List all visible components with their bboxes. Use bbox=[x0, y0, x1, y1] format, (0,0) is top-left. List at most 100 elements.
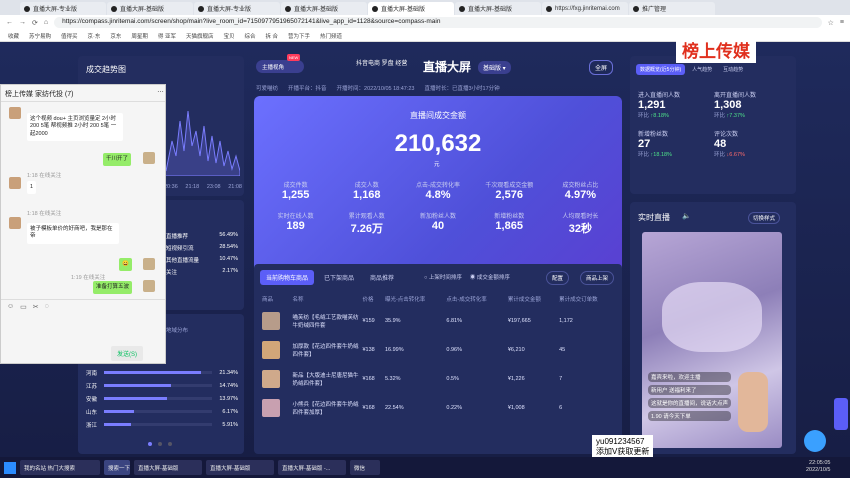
taskbar-item[interactable]: 我的名站 热门大搜索 bbox=[20, 460, 100, 475]
kpi: 成交件数 1,255 bbox=[281, 183, 310, 201]
kpi: 人均观看时长 32秒 bbox=[562, 214, 599, 235]
forward-icon[interactable]: → bbox=[19, 19, 26, 26]
browser-tab[interactable]: 推广管理 bbox=[629, 2, 715, 15]
region-value: 21.34% bbox=[219, 369, 238, 376]
tab-popularity[interactable]: 人气趋势 bbox=[688, 64, 716, 75]
home-icon[interactable]: ⌂ bbox=[44, 19, 48, 26]
divider bbox=[1, 299, 165, 300]
kpi: 点击-成交转化率 4.8% bbox=[415, 183, 460, 201]
menu-icon[interactable]: ≡ bbox=[840, 19, 844, 26]
channel-row: 直播推荐 56.49% bbox=[166, 232, 238, 240]
sort-radio-gmv[interactable]: ◉ 成交金额排序 bbox=[470, 273, 510, 281]
help-float-button[interactable] bbox=[804, 430, 826, 452]
taskbar-search[interactable]: 搜索一下 bbox=[104, 460, 130, 475]
address-bar: ← → ⟳ ⌂ https://compass.jinritemai.com/s… bbox=[0, 15, 850, 30]
tab-recommend[interactable]: 商品推荐 bbox=[364, 270, 400, 285]
bookmark[interactable]: 拆 合 bbox=[266, 32, 279, 40]
product-gmv: ¥1,008 bbox=[507, 404, 525, 411]
region-label: 浙江 bbox=[86, 422, 98, 429]
bookmark[interactable]: 综合 bbox=[244, 32, 255, 40]
emoji-icon[interactable]: ☺ bbox=[7, 303, 14, 311]
chat-history-icon[interactable]: ◌ bbox=[45, 303, 49, 311]
table-row[interactable]: 加厚款【花边四件套牛奶绒四件套】 ¥138 16.99% 0.96% ¥6,210 45 bbox=[260, 335, 616, 364]
live-comments: 嘉宾来啦，欢迎主播 新用户 送福利来了 这就是你的直播间，说话大点声 1.90 … bbox=[648, 372, 732, 421]
taskbar-item[interactable]: 直播大屏-基础版 -... bbox=[278, 460, 346, 475]
bookmark[interactable]: 周星期 bbox=[131, 32, 148, 40]
fullscreen-button[interactable]: 全屏 bbox=[589, 60, 614, 75]
region-bar-fill bbox=[104, 423, 131, 426]
taskbar-item[interactable]: 直播大屏-基础版 bbox=[206, 460, 274, 475]
browser-tab-active[interactable]: 直播大屏-基础版 bbox=[368, 2, 454, 15]
onshelf-button[interactable]: 商品上架 bbox=[580, 271, 615, 285]
browser-tab[interactable]: 直播大屏-基础版 bbox=[107, 2, 193, 15]
bookmark[interactable]: 京东 bbox=[110, 32, 121, 40]
kpi: 新加粉丝人数 40 bbox=[419, 214, 456, 232]
windows-start-icon[interactable] bbox=[4, 461, 16, 474]
tiktok-icon bbox=[372, 5, 378, 12]
browser-tab[interactable]: 直播大屏-专业版 bbox=[194, 2, 280, 15]
product-name: 小熊兵【花边四件套牛奶绒四件套加厚】 bbox=[292, 401, 359, 416]
pager-dot[interactable] bbox=[158, 442, 162, 446]
table-row[interactable]: 新品【大版迪士尼唐尼猫牛奶绒四件套】 ¥168 5.32% 0.5% ¥1,226 7 bbox=[260, 364, 616, 393]
product-orders: 1,172 bbox=[559, 317, 573, 324]
pager-dot[interactable] bbox=[148, 442, 152, 446]
region-row: 安徽 13.97% bbox=[86, 392, 238, 405]
chat-title: 榜上传媒 家纺代投 (7) bbox=[5, 91, 74, 98]
message-input[interactable] bbox=[5, 315, 161, 345]
bookmark[interactable]: 值得买 bbox=[61, 32, 78, 40]
tab-interaction[interactable]: 互动趋势 bbox=[719, 64, 747, 75]
star-icon[interactable]: ☆ bbox=[828, 19, 834, 27]
region-bar bbox=[104, 410, 212, 413]
shop-name: 可爱喵纺 bbox=[256, 86, 279, 92]
taskbar-wechat[interactable]: 微信 bbox=[350, 460, 380, 475]
reload-icon[interactable]: ⟳ bbox=[32, 19, 38, 27]
product-orders: 45 bbox=[559, 346, 566, 353]
scissors-icon[interactable]: ✂ bbox=[33, 303, 39, 311]
more-icon[interactable]: … bbox=[157, 87, 164, 94]
bedding-image bbox=[662, 282, 762, 352]
browser-tab[interactable]: 直播大屏-基础版 bbox=[281, 2, 367, 15]
url-input[interactable]: https://compass.jinritemai.com/screen/sh… bbox=[54, 17, 822, 28]
pager-dot[interactable] bbox=[168, 442, 172, 446]
product-ctr: 5.32% bbox=[384, 375, 401, 382]
overview-panel: 数据概览(近5分钟) 人气趋势 互动趋势 进入直播间人数 1,291 环比 ↑8.1… bbox=[630, 56, 796, 194]
tab-cart[interactable]: 当前购物车商品 bbox=[260, 270, 315, 285]
chat-message: 1 bbox=[27, 181, 37, 195]
tab-offshelf[interactable]: 已下架商品 bbox=[318, 270, 360, 285]
edition-select[interactable]: 基础版 ▾ bbox=[478, 61, 511, 74]
table-row[interactable]: 小熊兵【花边四件套牛奶绒四件套加厚】 ¥168 22.54% 0.22% ¥1,008 6 bbox=[260, 393, 616, 422]
pager-dots[interactable] bbox=[148, 442, 172, 446]
live-video[interactable]: 嘉宾来啦，欢迎主播 新用户 送福利来了 这就是你的直播间，说话大点声 1.90 … bbox=[642, 232, 782, 448]
table-row[interactable]: 喵芙纺【毛绒工艺款喵芙纺牛奶绒四件套 ¥159 35.9% 6.81% ¥197,665… bbox=[260, 306, 616, 335]
bookmark[interactable]: 营为下手 bbox=[288, 32, 310, 40]
browser-tab[interactable]: 直播大屏-基础版 bbox=[455, 2, 541, 15]
side-float-button[interactable] bbox=[834, 398, 848, 430]
tab-overview[interactable]: 数据概览(近5分钟) bbox=[636, 64, 686, 75]
bookmark[interactable]: 收藏 bbox=[8, 32, 19, 40]
browser-tab[interactable]: 直播大屏-专业版 bbox=[20, 2, 106, 15]
bookmark[interactable]: 天猫旗舰店 bbox=[186, 32, 214, 40]
send-button[interactable]: 发送(S) bbox=[111, 346, 143, 361]
kpi: 千次观看成交金额 2,576 bbox=[485, 183, 534, 201]
avatar bbox=[143, 258, 155, 270]
bookmark[interactable]: 苏宁易购 bbox=[29, 32, 51, 40]
config-button[interactable]: 配置 bbox=[546, 271, 570, 285]
folder-icon[interactable]: ▭ bbox=[20, 303, 27, 311]
bookmark[interactable]: 京·东 bbox=[88, 32, 101, 40]
bookmark[interactable]: 宝贝 bbox=[223, 32, 234, 40]
back-icon[interactable]: ← bbox=[6, 19, 13, 26]
region-label: 江苏 bbox=[86, 383, 98, 390]
tiktok-icon bbox=[24, 5, 30, 12]
browser-tab[interactable]: https://fxg.jinritemai.com bbox=[542, 2, 628, 15]
switch-style-button[interactable]: 切换样式 bbox=[748, 212, 781, 224]
sort-radios: ○ 上架时间排序 ◉ 成交金额排序 bbox=[424, 273, 510, 281]
avatar bbox=[9, 107, 21, 119]
taskbar-item[interactable]: 直播大屏-基础版 bbox=[134, 460, 202, 475]
region-bar bbox=[104, 397, 212, 400]
anchor-view-button[interactable]: 主播视角 bbox=[256, 60, 304, 73]
chat-message: 被子模板单价的好商吧，我是那在帝 bbox=[27, 223, 119, 244]
bookmark[interactable]: 得 亚军 bbox=[158, 32, 176, 40]
sort-radio-time[interactable]: ○ 上架时间排序 bbox=[424, 273, 462, 281]
bookmark[interactable]: 热门频道 bbox=[320, 32, 342, 40]
volume-icon[interactable]: 🔈 bbox=[682, 212, 691, 220]
